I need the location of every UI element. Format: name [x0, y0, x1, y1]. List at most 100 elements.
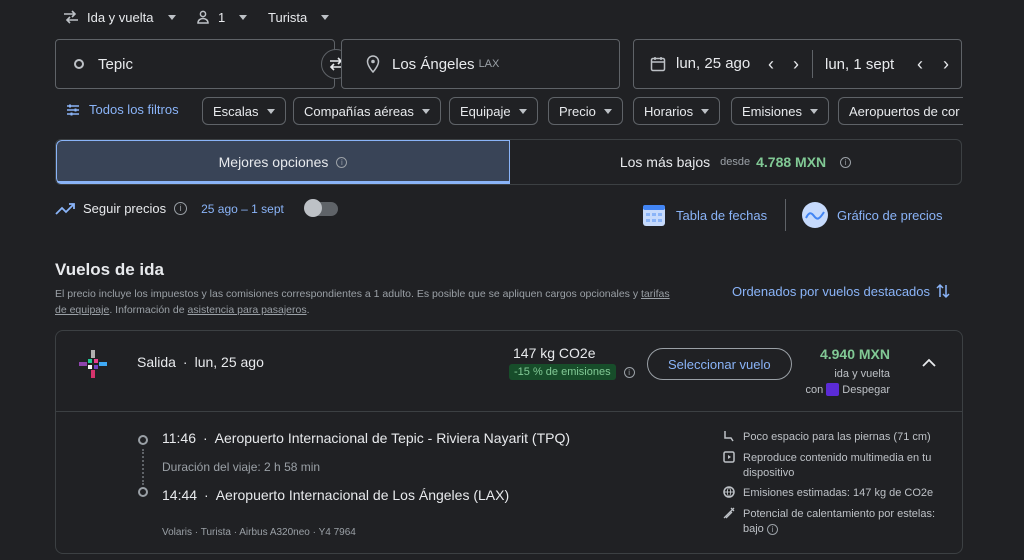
destination-code: LAX	[478, 58, 500, 70]
chevron-down-icon	[603, 108, 612, 114]
seat-icon	[724, 431, 734, 442]
depart-prev-icon[interactable]: ‹	[768, 54, 774, 75]
chevron-down-icon	[809, 108, 818, 114]
sort-button[interactable]: Ordenados por vuelos destacados	[732, 283, 950, 299]
contrail-icon	[723, 507, 735, 519]
info-icon[interactable]: i	[174, 202, 188, 215]
depart-date[interactable]: lun, 25 ago	[650, 55, 750, 72]
depart-row: 11:46 · Aeropuerto Internacional de Tepi…	[162, 430, 570, 446]
sep: ·	[203, 430, 208, 446]
calendar-grid-icon	[643, 205, 665, 226]
sep: ·	[204, 487, 209, 503]
return-prev-icon[interactable]: ‹	[917, 54, 923, 75]
passengers-count: 1	[218, 9, 226, 25]
with-label: con	[805, 383, 824, 396]
card-divider	[56, 411, 962, 412]
amenity-text: Reproduce contenido multimedia en tu dis…	[743, 452, 932, 479]
chevron-up-icon[interactable]	[922, 358, 936, 368]
arrive-dot	[138, 487, 148, 497]
depart-airport: Aeropuerto Internacional de Tepic - Rivi…	[214, 430, 571, 446]
origin-field[interactable]: Tepic	[55, 39, 335, 89]
origin-value: Tepic	[98, 55, 134, 73]
trip-type-label: Ida y vuelta	[87, 9, 154, 25]
disclaimer-text: . Información de	[109, 304, 185, 316]
price-graph-button[interactable]: Gráfico de precios	[801, 201, 943, 229]
chip-label: Horarios	[644, 103, 694, 119]
destination-value: Los Ángeles	[392, 55, 475, 73]
chip-label: Escalas	[213, 103, 259, 119]
amenity-contrails: Potencial de calentamiento por estelas: …	[723, 507, 948, 537]
select-flight-button[interactable]: Seleccionar vuelo	[647, 348, 792, 380]
filter-chip-airlines[interactable]: Compañías aéreas	[293, 97, 441, 125]
track-dates: 25 ago – 1 sept	[201, 201, 284, 216]
chip-label: Compañías aéreas	[304, 103, 414, 119]
chip-label: Precio	[559, 103, 596, 119]
price-graph-icon	[802, 202, 828, 228]
amenity-legroom: Poco espacio para las piernas (71 cm)	[723, 430, 948, 445]
flight-heading: Salida · lun, 25 ago	[137, 354, 264, 370]
chevron-down-icon	[701, 108, 710, 114]
filter-chip-stops[interactable]: Escalas	[202, 97, 286, 125]
chevron-down-icon	[167, 14, 176, 20]
track-prices-toggle[interactable]	[303, 198, 338, 217]
globe-icon	[723, 486, 735, 498]
filter-chip-emissions[interactable]: Emisiones	[731, 97, 829, 125]
all-filters-label: Todos los filtros	[89, 102, 179, 117]
co2-badge-row: -15 % de emisiones i	[509, 364, 635, 380]
depart-time: 11:46	[162, 430, 196, 446]
arrive-time: 14:44	[162, 487, 198, 503]
passengers-select[interactable]: 1	[196, 8, 248, 26]
filter-chip-connecting-airports[interactable]: Aeropuertos de cor	[838, 97, 963, 125]
cabin-select[interactable]: Turista	[268, 8, 330, 26]
arrive-row: 14:44 · Aeropuerto Internacional de Los …	[162, 487, 509, 503]
tab-best[interactable]: Mejores opciones i	[56, 140, 510, 184]
heading-sep: ·	[182, 354, 188, 370]
chevron-down-icon	[518, 108, 527, 114]
arrive-airport: Aeropuerto Internacional de Los Ángeles …	[215, 487, 510, 503]
return-date-value[interactable]: lun, 1 sept	[825, 56, 894, 73]
date-grid-button[interactable]: Tabla de fechas	[642, 203, 767, 227]
chevron-down-icon	[321, 14, 330, 20]
chip-label: Emisiones	[742, 103, 802, 119]
filter-chip-bags[interactable]: Equipaje	[449, 97, 538, 125]
all-filters-button[interactable]: Todos los filtros	[66, 102, 179, 117]
bag-fees-link-cont[interactable]: de equipaje	[55, 304, 109, 316]
depart-dot	[138, 435, 148, 445]
swap-arrows-icon	[64, 10, 78, 24]
divider	[785, 199, 786, 231]
flight-card: Salida · lun, 25 ago 147 kg CO2e -15 % d…	[55, 330, 963, 554]
return-next-icon[interactable]: ›	[943, 54, 949, 75]
results-disclaimer: El precio incluye los impuestos y las co…	[55, 286, 725, 318]
info-icon[interactable]: i	[766, 523, 778, 535]
flight-heading-date: lun, 25 ago	[194, 354, 264, 370]
info-icon[interactable]: i	[336, 156, 348, 168]
chevron-down-icon	[266, 108, 275, 114]
destination-field[interactable]: Los Ángeles LAX	[341, 39, 620, 89]
info-icon[interactable]: i	[623, 366, 635, 378]
trip-type-select[interactable]: Ida y vuelta	[63, 8, 176, 26]
media-device-icon	[723, 451, 735, 463]
sort-label: Ordenados por vuelos destacados	[732, 283, 931, 299]
disclaimer-text: El precio incluye los impuestos y las co…	[55, 288, 639, 300]
chip-label: Aeropuertos de cor	[849, 103, 960, 119]
travel-duration: Duración del viaje: 2 h 58 min	[162, 460, 321, 474]
booking-seller: con Despegar	[806, 383, 890, 396]
passenger-assistance-link[interactable]: asistencia para pasajeros	[188, 304, 307, 316]
chevron-down-icon	[239, 14, 248, 20]
sort-tabs: Mejores opciones i Los más bajos desde 4…	[55, 139, 962, 185]
origin-circle-icon	[74, 59, 84, 69]
filter-chip-price[interactable]: Precio	[548, 97, 623, 125]
location-pin-icon	[366, 55, 380, 73]
filter-chip-times[interactable]: Horarios	[633, 97, 721, 125]
disclaimer-text: .	[306, 304, 310, 316]
depart-next-icon[interactable]: ›	[793, 54, 799, 75]
bag-fees-link[interactable]: tarifas	[641, 288, 670, 300]
info-icon[interactable]: i	[840, 156, 852, 168]
cabin-label: Turista	[268, 9, 308, 25]
amenity-media: Reproduce contenido multimedia en tu dis…	[723, 451, 948, 481]
flight-details-footer: Volaris · Turista · Airbus A320neo · Y4 …	[162, 527, 356, 538]
tab-lowest[interactable]: Los más bajos desde 4.788 MXN i	[510, 140, 961, 184]
price-type: ida y vuelta	[834, 368, 890, 380]
amenity-text: Poco espacio para las piernas (71 cm)	[743, 431, 931, 443]
tab-best-label: Mejores opciones	[218, 154, 329, 170]
